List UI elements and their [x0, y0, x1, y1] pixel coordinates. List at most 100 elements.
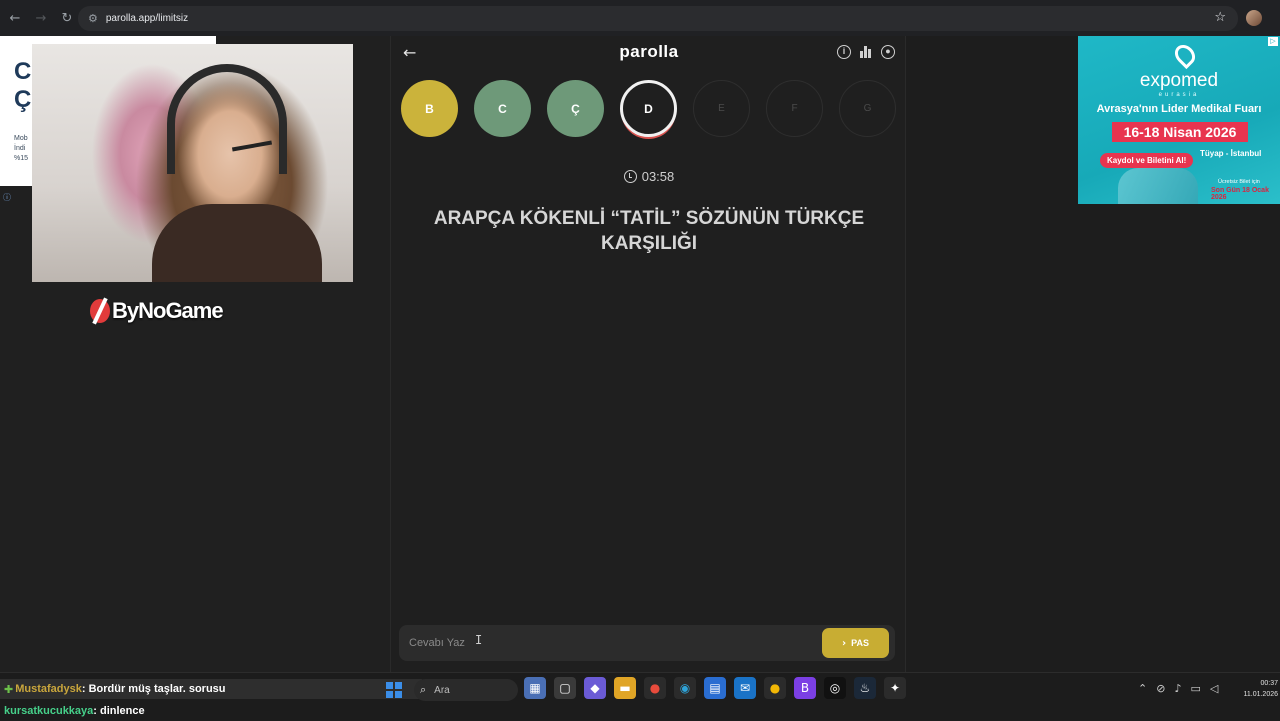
user-profile-icon[interactable]: ●: [881, 45, 895, 59]
letter-bubble-f[interactable]: F: [766, 80, 823, 137]
microphone-tray-icon[interactable]: ♪: [1174, 682, 1181, 695]
letter-bubble-d-active[interactable]: D: [620, 80, 677, 137]
search-icon: ⌕: [420, 683, 427, 696]
reload-icon[interactable]: ↻: [56, 7, 78, 29]
letter-bubble-g[interactable]: G: [839, 80, 896, 137]
url-text: parolla.app/limitsiz: [105, 13, 189, 24]
mail-icon[interactable]: ✉: [734, 677, 756, 699]
browser-toolbar: ← → ↻ ⚙ parolla.app/limitsiz ☆: [0, 0, 1280, 36]
site-settings-icon[interactable]: ⚙: [88, 12, 98, 25]
chat-text: : Bordür müş taşlar. sorusu: [81, 683, 226, 695]
bynogame-app-icon[interactable]: B: [794, 677, 816, 699]
steam-icon[interactable]: ♨: [854, 677, 876, 699]
address-bar[interactable]: ⚙ parolla.app/limitsiz ☆: [78, 6, 1238, 31]
forward-icon[interactable]: →: [30, 7, 52, 29]
letter-label: B: [425, 101, 434, 116]
taskbar-search-label: Ara: [434, 684, 450, 696]
game-panel: ← parolla i ● B C Ç D E F G 03:58 ARAPÇA…: [390, 36, 906, 672]
chat-text: : dinlence: [93, 705, 145, 717]
letter-wheel: B C Ç D E F G: [401, 80, 896, 137]
letter-label: E: [718, 103, 725, 114]
taskbar-clock[interactable]: 00:37 11.01.2026: [1243, 678, 1278, 700]
widgets-app-icon[interactable]: ▦: [524, 677, 546, 699]
chrome-icon[interactable]: ●: [644, 677, 666, 699]
clock-icon: [623, 170, 637, 183]
webcam-person-body: [152, 204, 322, 282]
ad-location: Tüyap - İstanbul: [1200, 149, 1262, 158]
file-explorer-icon[interactable]: ▬: [614, 677, 636, 699]
left-ad-line2: Ç: [14, 86, 32, 113]
edge-icon[interactable]: ◉: [674, 677, 696, 699]
left-ad-small2: İndi: [14, 145, 26, 152]
back-icon[interactable]: ←: [4, 7, 26, 29]
chevron-up-icon[interactable]: ⌃: [1138, 682, 1147, 695]
pass-label: PAS: [851, 638, 869, 648]
right-column: ▷ expomed eurasia Avrasya'nın Lider Medi…: [906, 36, 1280, 672]
ad-cta-button[interactable]: Kaydol ve Biletini Al!: [1100, 153, 1194, 168]
copilot-icon[interactable]: ◆: [584, 677, 606, 699]
store-icon[interactable]: ▤: [704, 677, 726, 699]
letter-label: F: [791, 103, 798, 114]
ad-headline: Avrasya'nın Lider Medikal Fuarı: [1096, 103, 1262, 115]
taskbar-search[interactable]: ⌕ Ara: [414, 679, 518, 701]
left-ad-small3: %15: [14, 155, 29, 162]
chat-message: ✚ Mustafadysk : Bordür müş taşlar. sorus…: [0, 679, 422, 699]
game-launcher-icon[interactable]: ✦: [884, 677, 906, 699]
ad-visual-illustration: [1118, 168, 1198, 204]
chat-username: Mustafadysk: [15, 683, 82, 695]
pass-button[interactable]: › PAS: [822, 628, 889, 658]
letter-label: C: [498, 101, 507, 116]
timer-value: 03:58: [641, 169, 675, 184]
letter-label: G: [863, 103, 872, 114]
stream-brand-text: ByNoGame: [112, 298, 224, 323]
bookmark-star-icon[interactable]: ☆: [1214, 10, 1226, 25]
countdown-timer: 03:58: [391, 169, 907, 184]
letter-bubble-b[interactable]: B: [401, 80, 458, 137]
windows-start-icon[interactable]: [386, 682, 402, 698]
taskbar: ✚ Mustafadysk : Bordür müş taşlar. sorus…: [0, 672, 1280, 720]
text-cursor-icon: I: [475, 633, 483, 647]
bynogame-logo-icon: [90, 299, 110, 323]
header-icons: i ●: [837, 45, 895, 59]
answer-bar: I › PAS: [399, 625, 895, 661]
letter-bubble-e[interactable]: E: [693, 80, 750, 137]
task-view-icon[interactable]: ▢: [554, 677, 576, 699]
left-ad-line1: C: [14, 58, 32, 85]
display-icon[interactable]: ▭: [1190, 682, 1200, 695]
profile-avatar[interactable]: [1246, 10, 1262, 26]
expomed-ad[interactable]: ▷ expomed eurasia Avrasya'nın Lider Medi…: [1078, 36, 1280, 204]
ad-dates: 16-18 Nisan 2026: [1112, 122, 1248, 142]
obs-icon[interactable]: ◎: [824, 677, 846, 699]
letter-label: D: [644, 101, 653, 116]
chat-username: kursatkucukkaya: [4, 705, 94, 717]
taskbar-apps: ▦ ▢ ◆ ▬ ● ◉ ▤ ✉ ● B ◎ ♨ ✦: [524, 677, 906, 699]
page: CÇ Mobİndi%15 ⓘ ByNoGame ← parolla i ●: [0, 36, 1280, 672]
volume-icon[interactable]: ◁: [1210, 682, 1218, 695]
ad-brand: expomed: [1139, 70, 1219, 91]
info-icon[interactable]: i: [837, 45, 851, 59]
headset-icon: [167, 64, 287, 174]
stats-icon[interactable]: [859, 45, 873, 59]
expomed-logo-icon: [1170, 40, 1200, 70]
clock-time: 00:37: [1260, 680, 1278, 687]
answer-input[interactable]: [409, 632, 809, 654]
game-logo: parolla: [619, 42, 679, 61]
system-tray: ⌃ ⊘ ♪ ▭ ◁: [1138, 682, 1218, 695]
ad-choices-icon[interactable]: ▷: [1268, 37, 1278, 46]
clock-date: 11.01.2026: [1243, 691, 1278, 698]
letter-bubble-c[interactable]: C: [474, 80, 531, 137]
network-off-icon[interactable]: ⊘: [1156, 682, 1165, 695]
ad-note2: Son Gün 18 Ocak 2026: [1211, 187, 1269, 201]
question-text: ARAPÇA KÖKENLİ “TATİL” SÖZÜNÜN TÜRKÇE KA…: [433, 208, 865, 254]
chat-message: kursatkucukkaya : dinlence: [0, 701, 149, 721]
chevron-right-icon: ›: [842, 637, 847, 649]
chrome-active-icon[interactable]: ●: [764, 677, 786, 699]
ad-sub: eurasia: [1158, 92, 1200, 98]
ad-info-icon[interactable]: ⓘ: [3, 192, 11, 203]
left-ad-small1: Mob: [14, 135, 28, 142]
game-header: ← parolla i ●: [391, 36, 907, 70]
left-column: CÇ Mob İndi %15 ⓘ ByNoGame: [0, 36, 390, 672]
letter-bubble-c-cedilla[interactable]: Ç: [547, 80, 604, 137]
chat-badge-icon: ✚: [4, 682, 14, 696]
stream-brand-logo: ByNoGame: [90, 298, 224, 324]
